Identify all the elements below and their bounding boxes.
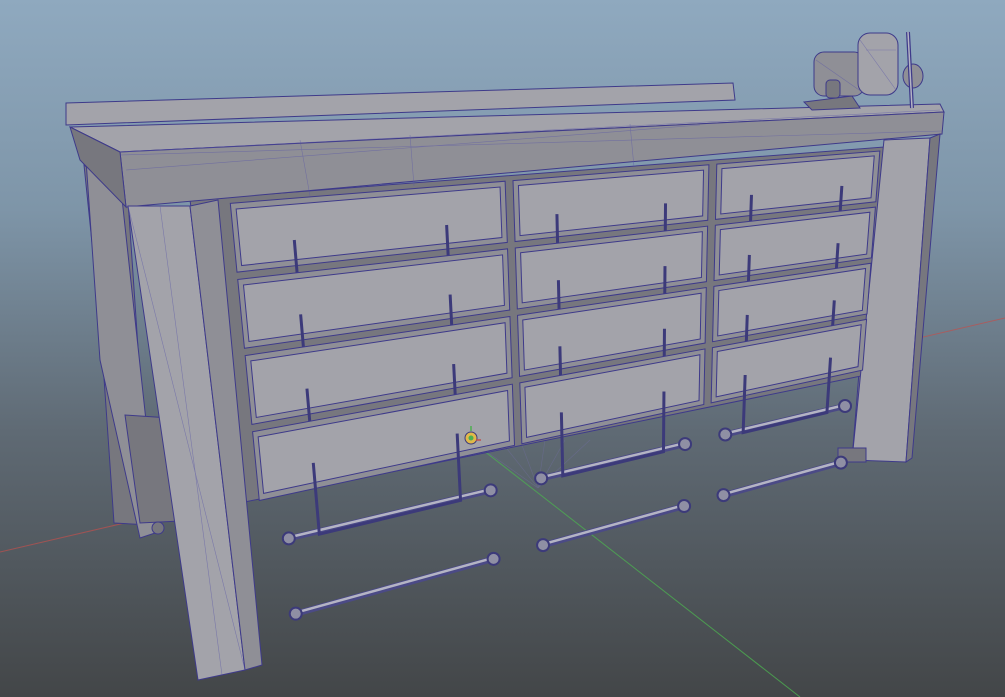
handle-mount-left (281, 531, 296, 546)
drawer-handle-highlight (541, 503, 686, 546)
handle-mount-left (718, 427, 733, 442)
handle-mount-left (536, 538, 551, 553)
handle-mount-left (288, 606, 303, 621)
drawer-handle-highlight (722, 460, 843, 496)
drawer-handle-highlight (294, 556, 495, 614)
3d-viewport[interactable] (0, 0, 1005, 697)
handle-mount-right (483, 483, 498, 498)
grid-z-axis (469, 439, 801, 697)
drawer-grid (229, 150, 881, 621)
caster-wheel (151, 521, 165, 535)
workbench-scene[interactable] (0, 0, 1005, 697)
bench-vise[interactable] (802, 31, 924, 111)
drawer-4-2[interactable] (519, 348, 706, 553)
handle-mount-left (534, 471, 549, 486)
handle-mount-right (838, 398, 853, 413)
handle-mount-left (716, 488, 731, 503)
handle-mount-right (486, 551, 501, 566)
handle-mount-right (678, 437, 693, 452)
handle-mount-right (833, 455, 848, 470)
handle-mount-right (677, 499, 692, 514)
